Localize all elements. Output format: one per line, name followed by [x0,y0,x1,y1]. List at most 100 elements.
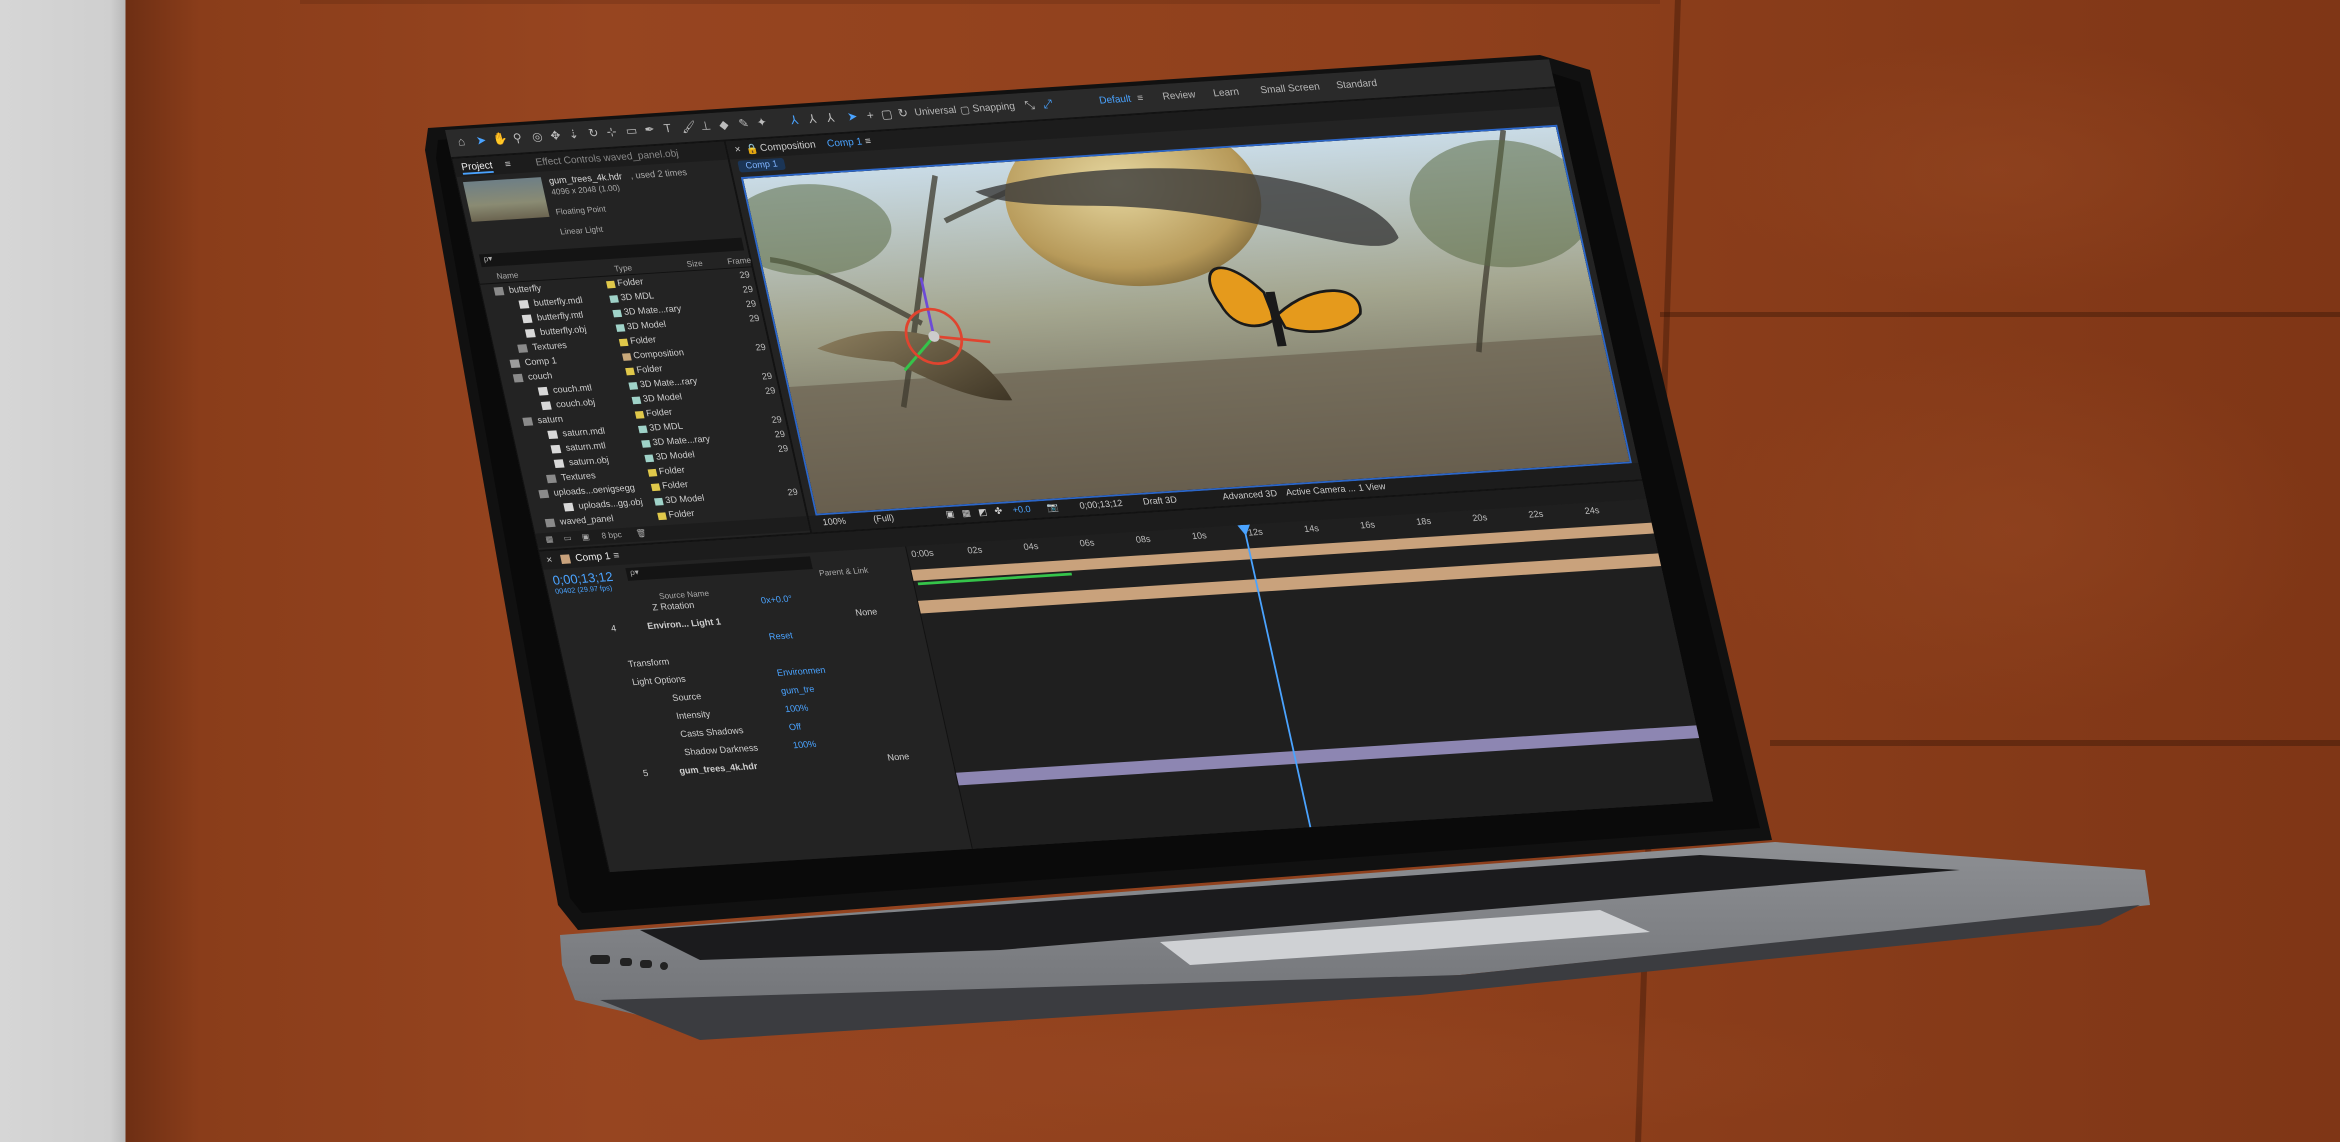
comp-viewer[interactable] [740,124,1632,516]
zoom-tool-icon[interactable]: ⚲ [510,131,525,145]
property-value[interactable]: Environmen [776,666,826,679]
label-color-swatch[interactable] [641,439,651,448]
label-color-swatch[interactable] [647,468,658,477]
workspace-default[interactable]: Default [1098,93,1132,106]
property-name[interactable]: Light Options [631,675,687,688]
label-color-swatch[interactable] [628,382,639,390]
interpret-footage-icon[interactable]: ▦ [545,534,555,544]
axis-local-icon[interactable]: ⅄ [787,113,802,127]
playhead[interactable] [1242,524,1312,829]
snapshot-icon[interactable]: 📷 [1046,503,1059,514]
pen-tool-icon[interactable]: ✒ [642,122,657,136]
mask-visibility-icon[interactable]: ◩ [977,507,988,518]
composition-link[interactable]: Comp 1 [826,136,863,149]
workspace-menu-icon[interactable]: ≡ [1136,93,1144,104]
label-color-swatch[interactable] [615,324,626,332]
region-icon[interactable]: ▣ [945,510,956,521]
rectangle-tool-icon[interactable]: ▭ [624,123,639,137]
property-name[interactable]: Transform [627,657,670,670]
property-name[interactable]: Reset [768,631,794,642]
label-color-swatch[interactable] [634,411,645,419]
color-management-icon[interactable]: ✤ [994,506,1004,516]
rotate-3d-icon[interactable]: ↻ [895,106,910,120]
timeline-graph[interactable]: 0:00s 02s 04s 06s 08s 10s 12s 14s 16s 18s 20s 22s 24… [905,498,1714,850]
axis-view-icon[interactable]: ⅄ [823,111,838,125]
type-tool-icon[interactable]: T [660,121,675,135]
property-name[interactable]: Z Rotation [651,601,695,614]
trash-icon[interactable]: 🗑 [635,528,648,539]
label-color-swatch[interactable] [637,425,648,434]
property-value[interactable]: 0x+0.0° [760,594,793,606]
label-color-swatch[interactable] [631,396,642,405]
anchor-tool-icon[interactable]: ⊹ [604,125,619,139]
snap-options-icon[interactable]: ⤡ [1022,98,1037,112]
snapping-checkbox-icon[interactable]: ▢ [959,104,971,116]
layer-bar-5[interactable] [956,725,1701,786]
col-frame[interactable]: Frame [726,255,752,266]
eraser-tool-icon[interactable]: ◆ [716,117,731,131]
panel-menu-icon[interactable]: ≡ [504,159,512,170]
col-name[interactable]: Name [496,270,520,280]
zoom-dropdown[interactable]: 100% [822,516,847,527]
hand-tool-icon[interactable]: ✋ [491,132,509,147]
property-value[interactable]: 100% [792,740,817,751]
layer-name[interactable]: Environ... Light 1 [646,617,722,632]
col-size[interactable]: Size [686,259,704,269]
axis-world-icon[interactable]: ⅄ [805,112,820,126]
clone-stamp-icon[interactable]: ⊥ [698,119,713,133]
rotate-tool-icon[interactable]: ↻ [586,126,601,140]
label-color-swatch[interactable] [609,295,619,303]
property-name[interactable]: Source [671,692,702,704]
close-tab-icon[interactable]: × [734,144,742,155]
effect-controls-tab[interactable]: Effect Controls waved_panel.obj [535,148,680,168]
property-name[interactable]: Intensity [675,710,711,722]
label-color-swatch[interactable] [605,280,616,289]
bpc-label[interactable]: 8 bpc [601,530,623,540]
close-tab-icon[interactable]: × [545,555,553,566]
timeline-menu-icon[interactable]: ≡ [612,550,620,561]
timecode-display[interactable]: 0;00;13;12 [1079,499,1124,512]
label-color-swatch[interactable] [625,367,635,376]
workspace-learn[interactable]: Learn [1212,87,1240,99]
lock-icon[interactable]: 🔒 [745,143,760,156]
property-value[interactable]: 100% [784,703,809,714]
snapping-label[interactable]: Snapping [972,101,1016,115]
transparency-grid-icon[interactable]: ▦ [961,508,972,519]
new-folder-icon[interactable]: ▭ [563,533,573,543]
axis-mode-label[interactable]: Universal [914,105,958,119]
col-type[interactable]: Type [613,263,633,273]
views-dropdown[interactable]: 1 View [1357,482,1386,494]
timeline-tab[interactable]: Comp 1 [574,551,611,564]
new-comp-icon[interactable]: ▣ [581,532,591,542]
move-3d-icon[interactable]: + [863,108,878,122]
camera-dropdown[interactable]: Active Camera ... [1285,484,1357,498]
property-name[interactable]: Shadow Darkness [683,743,759,758]
pan-tool-icon[interactable]: ✥ [548,128,563,142]
workspace-review[interactable]: Review [1162,89,1197,102]
renderer-dropdown[interactable]: Advanced 3D [1222,489,1279,502]
label-color-swatch[interactable] [612,309,623,318]
selection-tool-icon[interactable]: ➤ [474,133,489,147]
brush-tool-icon[interactable]: 🖌 [680,120,698,135]
snap-target-icon[interactable]: ⤢ [1040,97,1055,111]
dolly-tool-icon[interactable]: ⇣ [566,127,581,141]
scale-3d-icon[interactable]: ▢ [879,107,894,121]
resolution-dropdown[interactable]: (Full) [872,513,895,524]
property-value[interactable]: Off [788,722,802,733]
draft-3d-toggle[interactable]: Draft 3D [1142,495,1178,507]
select-3d-icon[interactable]: ➤ [845,109,860,123]
comp-breadcrumb[interactable]: Comp 1 [737,157,787,173]
layer-name[interactable]: gum_trees_4k.hdr [678,762,758,777]
property-value[interactable]: gum_tre [780,685,815,697]
workspace-small-screen[interactable]: Small Screen [1259,81,1321,96]
home-icon[interactable]: ⌂ [454,134,469,148]
label-color-swatch[interactable] [650,483,661,492]
exposure-value[interactable]: +0.0 [1012,505,1032,516]
property-name[interactable]: Casts Shadows [679,726,744,740]
puppet-pin-icon[interactable]: ✦ [754,115,769,129]
label-color-swatch[interactable] [653,497,664,506]
parent-dropdown[interactable]: None [887,752,911,763]
label-color-swatch[interactable] [621,353,632,361]
project-tab[interactable]: Project [460,160,495,175]
roto-brush-icon[interactable]: ✎ [736,116,751,130]
